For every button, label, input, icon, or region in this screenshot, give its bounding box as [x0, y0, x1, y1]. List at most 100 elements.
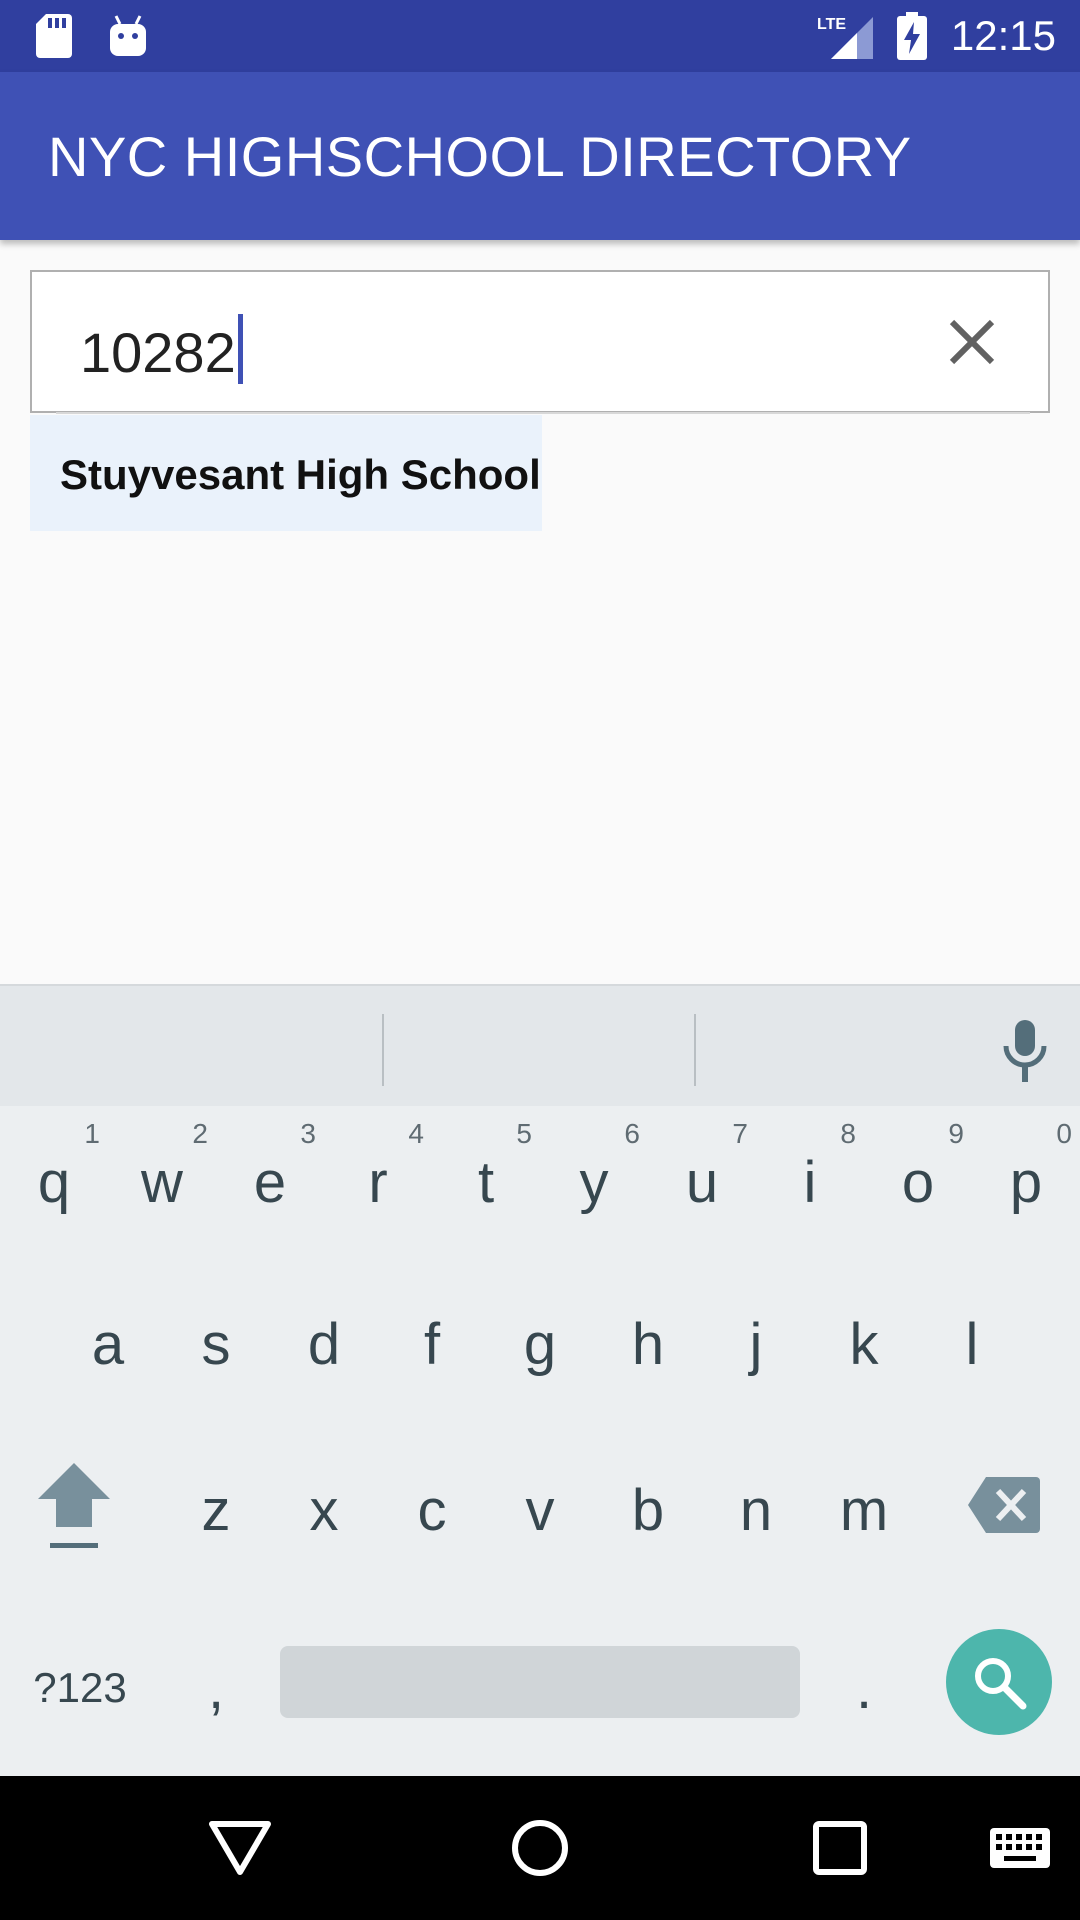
navigation-bar — [0, 1776, 1080, 1920]
key-label: ?123 — [33, 1664, 127, 1711]
text-cursor — [237, 314, 243, 384]
back-icon[interactable] — [208, 1820, 272, 1876]
search-underline — [56, 412, 1030, 414]
key-i[interactable]: 8i — [756, 1112, 864, 1242]
battery-charging-icon — [896, 12, 927, 60]
key-label: c — [417, 1477, 447, 1543]
status-time: 12:15 — [950, 12, 1056, 59]
network-label: LTE — [817, 16, 846, 33]
key-h[interactable]: h — [594, 1274, 702, 1404]
key-label: t — [477, 1149, 495, 1215]
keyboard-search-button[interactable] — [946, 1629, 1052, 1735]
status-bar: LTE 12:15 — [0, 0, 1080, 72]
key-hint: 8 — [840, 1118, 856, 1149]
close-icon[interactable] — [932, 302, 1012, 382]
key-b[interactable]: b — [594, 1440, 702, 1570]
key-q[interactable]: 1q — [0, 1112, 108, 1242]
soft-keyboard: 1q 2w 3e 4r 5t 6y 7u 8i 9o 0p a s d f g … — [0, 984, 1080, 1776]
key-label: n — [739, 1477, 773, 1543]
key-label: y — [579, 1149, 609, 1215]
key-g[interactable]: g — [486, 1274, 594, 1404]
key-label: l — [965, 1311, 979, 1377]
key-label: e — [253, 1149, 287, 1215]
recents-icon[interactable] — [812, 1820, 868, 1876]
key-label: p — [1009, 1149, 1043, 1215]
key-label: k — [849, 1311, 879, 1377]
key-s[interactable]: s — [162, 1274, 270, 1404]
key-d[interactable]: d — [270, 1274, 378, 1404]
key-a[interactable]: a — [54, 1274, 162, 1404]
key-hint: 2 — [192, 1118, 208, 1149]
search-icon — [975, 1658, 1027, 1710]
key-v[interactable]: v — [486, 1440, 594, 1570]
key-hint: 5 — [516, 1118, 532, 1149]
key-label: . — [855, 1655, 873, 1721]
key-label: v — [525, 1477, 555, 1543]
key-c[interactable]: c — [378, 1440, 486, 1570]
key-label: i — [803, 1149, 817, 1215]
key-hint: 6 — [624, 1118, 640, 1149]
key-hint: 7 — [732, 1118, 748, 1149]
key-label: d — [307, 1311, 341, 1377]
key-label: o — [901, 1149, 935, 1215]
key-label: q — [37, 1149, 71, 1215]
space-key[interactable] — [280, 1646, 800, 1718]
key-label: f — [423, 1311, 441, 1377]
suggestion-item[interactable]: Stuyvesant High School — [30, 415, 542, 531]
key-hint: 3 — [300, 1118, 316, 1149]
key-label: b — [631, 1477, 665, 1543]
key-r[interactable]: 4r — [324, 1112, 432, 1242]
key-m[interactable]: m — [810, 1440, 918, 1570]
key-o[interactable]: 9o — [864, 1112, 972, 1242]
key-label: m — [839, 1477, 889, 1543]
app-bar: NYC HIGHSCHOOL DIRECTORY — [0, 72, 1080, 240]
key-label: u — [685, 1149, 719, 1215]
shift-icon — [38, 1463, 110, 1548]
page-title: NYC HIGHSCHOOL DIRECTORY — [48, 125, 912, 188]
search-field-text[interactable]: 10282 — [80, 314, 243, 385]
key-label: r — [368, 1149, 388, 1215]
key-label: , — [207, 1655, 225, 1721]
key-label: w — [141, 1149, 183, 1215]
key-k[interactable]: k — [810, 1274, 918, 1404]
key-hint: 1 — [84, 1118, 100, 1149]
sd-card-icon — [36, 14, 72, 58]
key-p[interactable]: 0p — [972, 1112, 1080, 1242]
period-key[interactable]: . — [810, 1618, 918, 1748]
backspace-key[interactable] — [950, 1440, 1058, 1570]
search-input[interactable]: 10282 — [30, 270, 1050, 414]
key-hint: 4 — [408, 1118, 424, 1149]
key-z[interactable]: z — [162, 1440, 270, 1570]
backspace-icon — [968, 1477, 1040, 1533]
key-u[interactable]: 7u — [648, 1112, 756, 1242]
shift-key[interactable] — [20, 1440, 128, 1570]
key-x[interactable]: x — [270, 1440, 378, 1570]
key-label: a — [91, 1311, 125, 1377]
key-label: z — [201, 1477, 231, 1543]
key-w[interactable]: 2w — [108, 1112, 216, 1242]
search-value: 10282 — [80, 321, 236, 384]
key-hint: 9 — [948, 1118, 964, 1149]
strip-divider — [382, 1014, 384, 1086]
key-label: s — [201, 1311, 231, 1377]
key-label: x — [309, 1477, 339, 1543]
home-icon[interactable] — [510, 1818, 570, 1878]
key-l[interactable]: l — [918, 1274, 1026, 1404]
keyboard-switch-icon[interactable] — [988, 1826, 1052, 1870]
key-label: j — [749, 1311, 763, 1377]
key-e[interactable]: 3e — [216, 1112, 324, 1242]
key-j[interactable]: j — [702, 1274, 810, 1404]
key-label: h — [631, 1311, 665, 1377]
suggestion-label: Stuyvesant High School — [60, 451, 541, 498]
comma-key[interactable]: , — [162, 1618, 270, 1748]
symbols-key[interactable]: ?123 — [20, 1618, 140, 1748]
key-t[interactable]: 5t — [432, 1112, 540, 1242]
key-n[interactable]: n — [702, 1440, 810, 1570]
key-label: g — [523, 1311, 557, 1377]
key-f[interactable]: f — [378, 1274, 486, 1404]
keyboard-suggestion-strip — [0, 984, 1080, 1106]
microphone-icon[interactable] — [1000, 1016, 1050, 1086]
key-hint: 0 — [1056, 1118, 1072, 1149]
key-y[interactable]: 6y — [540, 1112, 648, 1242]
android-icon — [110, 15, 146, 56]
